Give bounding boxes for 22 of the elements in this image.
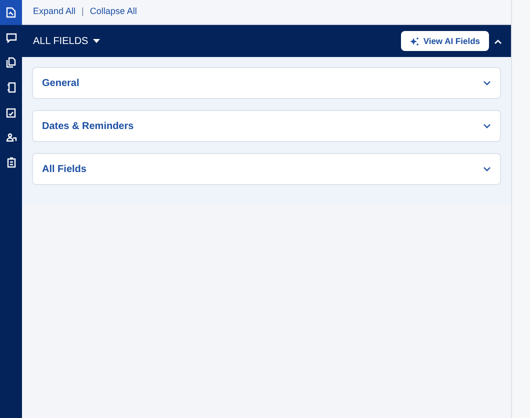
toolbar-link[interactable]: Collapse All	[90, 5, 137, 19]
checkbox-icon	[6, 108, 16, 118]
view-ai-fields-button[interactable]: View AI Fields	[401, 31, 489, 51]
separator: |	[80, 5, 85, 18]
chevron-down-icon	[483, 124, 491, 128]
fields-dropdown[interactable]: ALL FIELDS	[33, 34, 100, 48]
clipboard-icon	[6, 157, 16, 168]
toolbar-link[interactable]: Expand All	[33, 5, 76, 19]
sidebar-tab[interactable]	[0, 0, 22, 25]
chevron-down-icon	[483, 80, 491, 86]
caret-icon	[93, 39, 100, 43]
document-icon	[6, 7, 16, 18]
chevron-up-icon	[494, 38, 502, 44]
section-header[interactable]: Dates & Reminders	[32, 110, 501, 142]
chevron-down-icon	[483, 166, 491, 172]
people-icon	[6, 133, 16, 142]
copy-icon	[6, 57, 16, 68]
chat-icon	[6, 32, 16, 42]
notebook-icon	[6, 82, 16, 93]
section-header[interactable]: General	[32, 67, 501, 99]
sparkle-icon	[410, 36, 420, 46]
section-header[interactable]: All Fields	[32, 153, 501, 185]
